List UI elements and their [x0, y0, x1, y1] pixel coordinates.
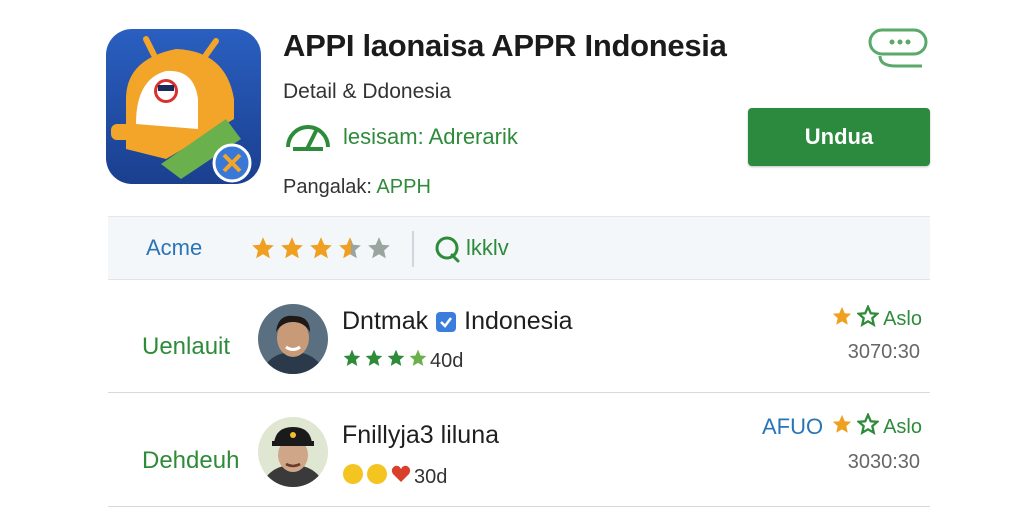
developer-row[interactable]: lesisam: Adrerarik	[283, 117, 518, 157]
avatar[interactable]	[258, 304, 328, 374]
reviewer-name-text: Dntmak	[342, 307, 429, 335]
rating-bar: Acme lkklv	[108, 216, 930, 280]
install-button[interactable]: Undua	[748, 108, 930, 166]
reviewer-country: Indonesia	[464, 307, 573, 335]
rating-stars	[250, 235, 392, 266]
rating-link[interactable]: lkklv	[466, 235, 509, 261]
star-icon	[308, 235, 334, 266]
review-age: 30d	[414, 465, 448, 488]
chat-bubble-icon	[866, 28, 930, 74]
app-icon	[106, 29, 261, 184]
review-rating-summary: AFUO Aslo	[761, 411, 922, 441]
publisher-value: APPH	[376, 176, 431, 198]
app-subtitle: Detail & Ddonesia	[283, 80, 452, 103]
star-empty-icon	[366, 235, 392, 266]
review-time: 3070:30	[847, 341, 920, 363]
review-right-label: Aslo	[883, 415, 922, 438]
avatar[interactable]	[258, 417, 328, 487]
developer-label: lesisam: Adrerarik	[343, 124, 518, 149]
reviewer-name: Fnillyja3 liluna	[342, 421, 499, 450]
chat-button[interactable]	[866, 26, 930, 70]
star-icon	[250, 235, 276, 266]
review-age: 40d	[430, 349, 464, 372]
green-star-icon	[386, 348, 406, 374]
star-icon	[831, 413, 853, 441]
green-star-icon	[856, 303, 881, 333]
emoji-icon	[366, 463, 388, 491]
review-right-extra: AFUO	[761, 414, 824, 439]
reviewer-name: Dntmak Indonesia	[342, 307, 573, 336]
heart-icon	[390, 463, 412, 491]
review-side-label[interactable]: Dehdeuh	[142, 447, 239, 475]
star-icon	[831, 305, 853, 333]
review-item: Dehdeuh Fnillyja3 liluna 30d AFUO Aslo 3…	[108, 397, 930, 507]
review-meta: 40d	[342, 348, 463, 374]
speedometer-icon	[283, 117, 333, 158]
publisher-line: Pangalak: APPH	[283, 176, 431, 199]
reviewer-name-text: Fnillyja3 liluna	[342, 421, 500, 449]
app-title: APPI laonaisa APPR Indonesia	[283, 28, 727, 63]
green-star-icon	[408, 348, 428, 374]
review-right-label: Aslo	[883, 307, 922, 330]
divider	[412, 231, 414, 267]
publisher-label: Pangalak:	[283, 176, 377, 198]
star-icon	[279, 235, 305, 266]
review-time: 3030:30	[847, 451, 920, 473]
verified-icon	[436, 311, 457, 332]
green-star-icon	[856, 411, 881, 441]
review-side-label[interactable]: Uenlauit	[142, 333, 230, 361]
green-star-icon	[342, 348, 362, 374]
review-rating-summary: Aslo	[831, 303, 922, 333]
emoji-icon	[342, 463, 364, 491]
review-meta: 30d	[342, 463, 447, 491]
comment-icon	[434, 235, 462, 268]
green-star-icon	[364, 348, 384, 374]
rating-label[interactable]: Acme	[146, 235, 202, 261]
review-item: Uenlauit Dntmak Indonesia 40d Aslo 3070:…	[108, 283, 930, 393]
star-half-icon	[337, 235, 363, 266]
